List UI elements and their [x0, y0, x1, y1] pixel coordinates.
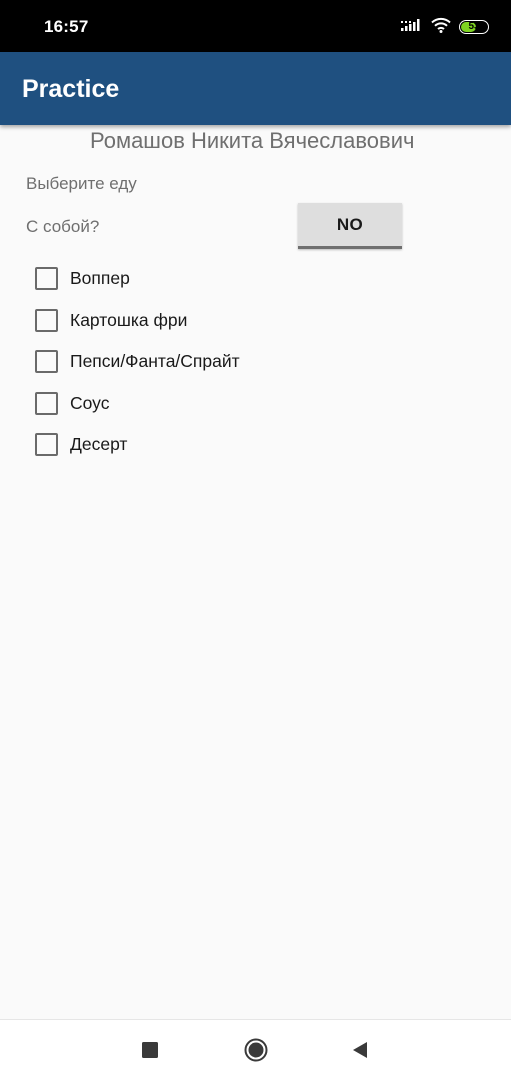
food-option-whopper[interactable]: Воппер: [35, 258, 240, 300]
back-triangle-icon[interactable]: [346, 1036, 374, 1064]
status-bar: 16:57 53: [0, 0, 511, 52]
status-icons: 53: [401, 17, 489, 37]
full-name-label: Ромашов Никита Вячеславович: [90, 128, 415, 153]
food-option-fries[interactable]: Картошка фри: [35, 300, 240, 342]
wifi-icon: [431, 17, 451, 38]
option-label: Десерт: [70, 434, 128, 455]
food-option-drinks[interactable]: Пепси/Фанта/Спрайт: [35, 341, 240, 383]
option-label: Картошка фри: [70, 309, 188, 330]
navigation-bar: [0, 1019, 511, 1080]
takeaway-label: С собой?: [26, 217, 100, 236]
choose-food-label: Выберите еду: [26, 174, 137, 193]
full-name-text: Ромашов Никита Вячеславович: [0, 128, 511, 154]
battery-icon: 53: [459, 20, 489, 34]
takeaway-toggle-button[interactable]: NO: [298, 203, 402, 249]
battery-level: 53: [468, 21, 480, 32]
food-option-sauce[interactable]: Соус: [35, 383, 240, 425]
checkbox[interactable]: [35, 267, 58, 291]
option-label: Соус: [70, 392, 110, 413]
home-circle-icon[interactable]: [242, 1036, 270, 1064]
status-time: 16:57: [44, 17, 89, 36]
app-title: Practice: [22, 75, 120, 103]
option-label: Воппер: [70, 268, 130, 289]
checkbox[interactable]: [35, 308, 58, 332]
option-label: Пепси/Фанта/Спрайт: [70, 351, 240, 372]
app-bar: Practice: [0, 52, 511, 125]
food-option-dessert[interactable]: Десерт: [35, 424, 240, 466]
signal-icon: [401, 18, 423, 37]
recents-square-icon[interactable]: [136, 1036, 164, 1064]
food-options-list: Воппер Картошка фри Пепси/Фанта/Спрайт С…: [35, 258, 240, 466]
checkbox[interactable]: [35, 391, 58, 415]
checkbox[interactable]: [35, 433, 58, 457]
checkbox[interactable]: [35, 350, 58, 374]
